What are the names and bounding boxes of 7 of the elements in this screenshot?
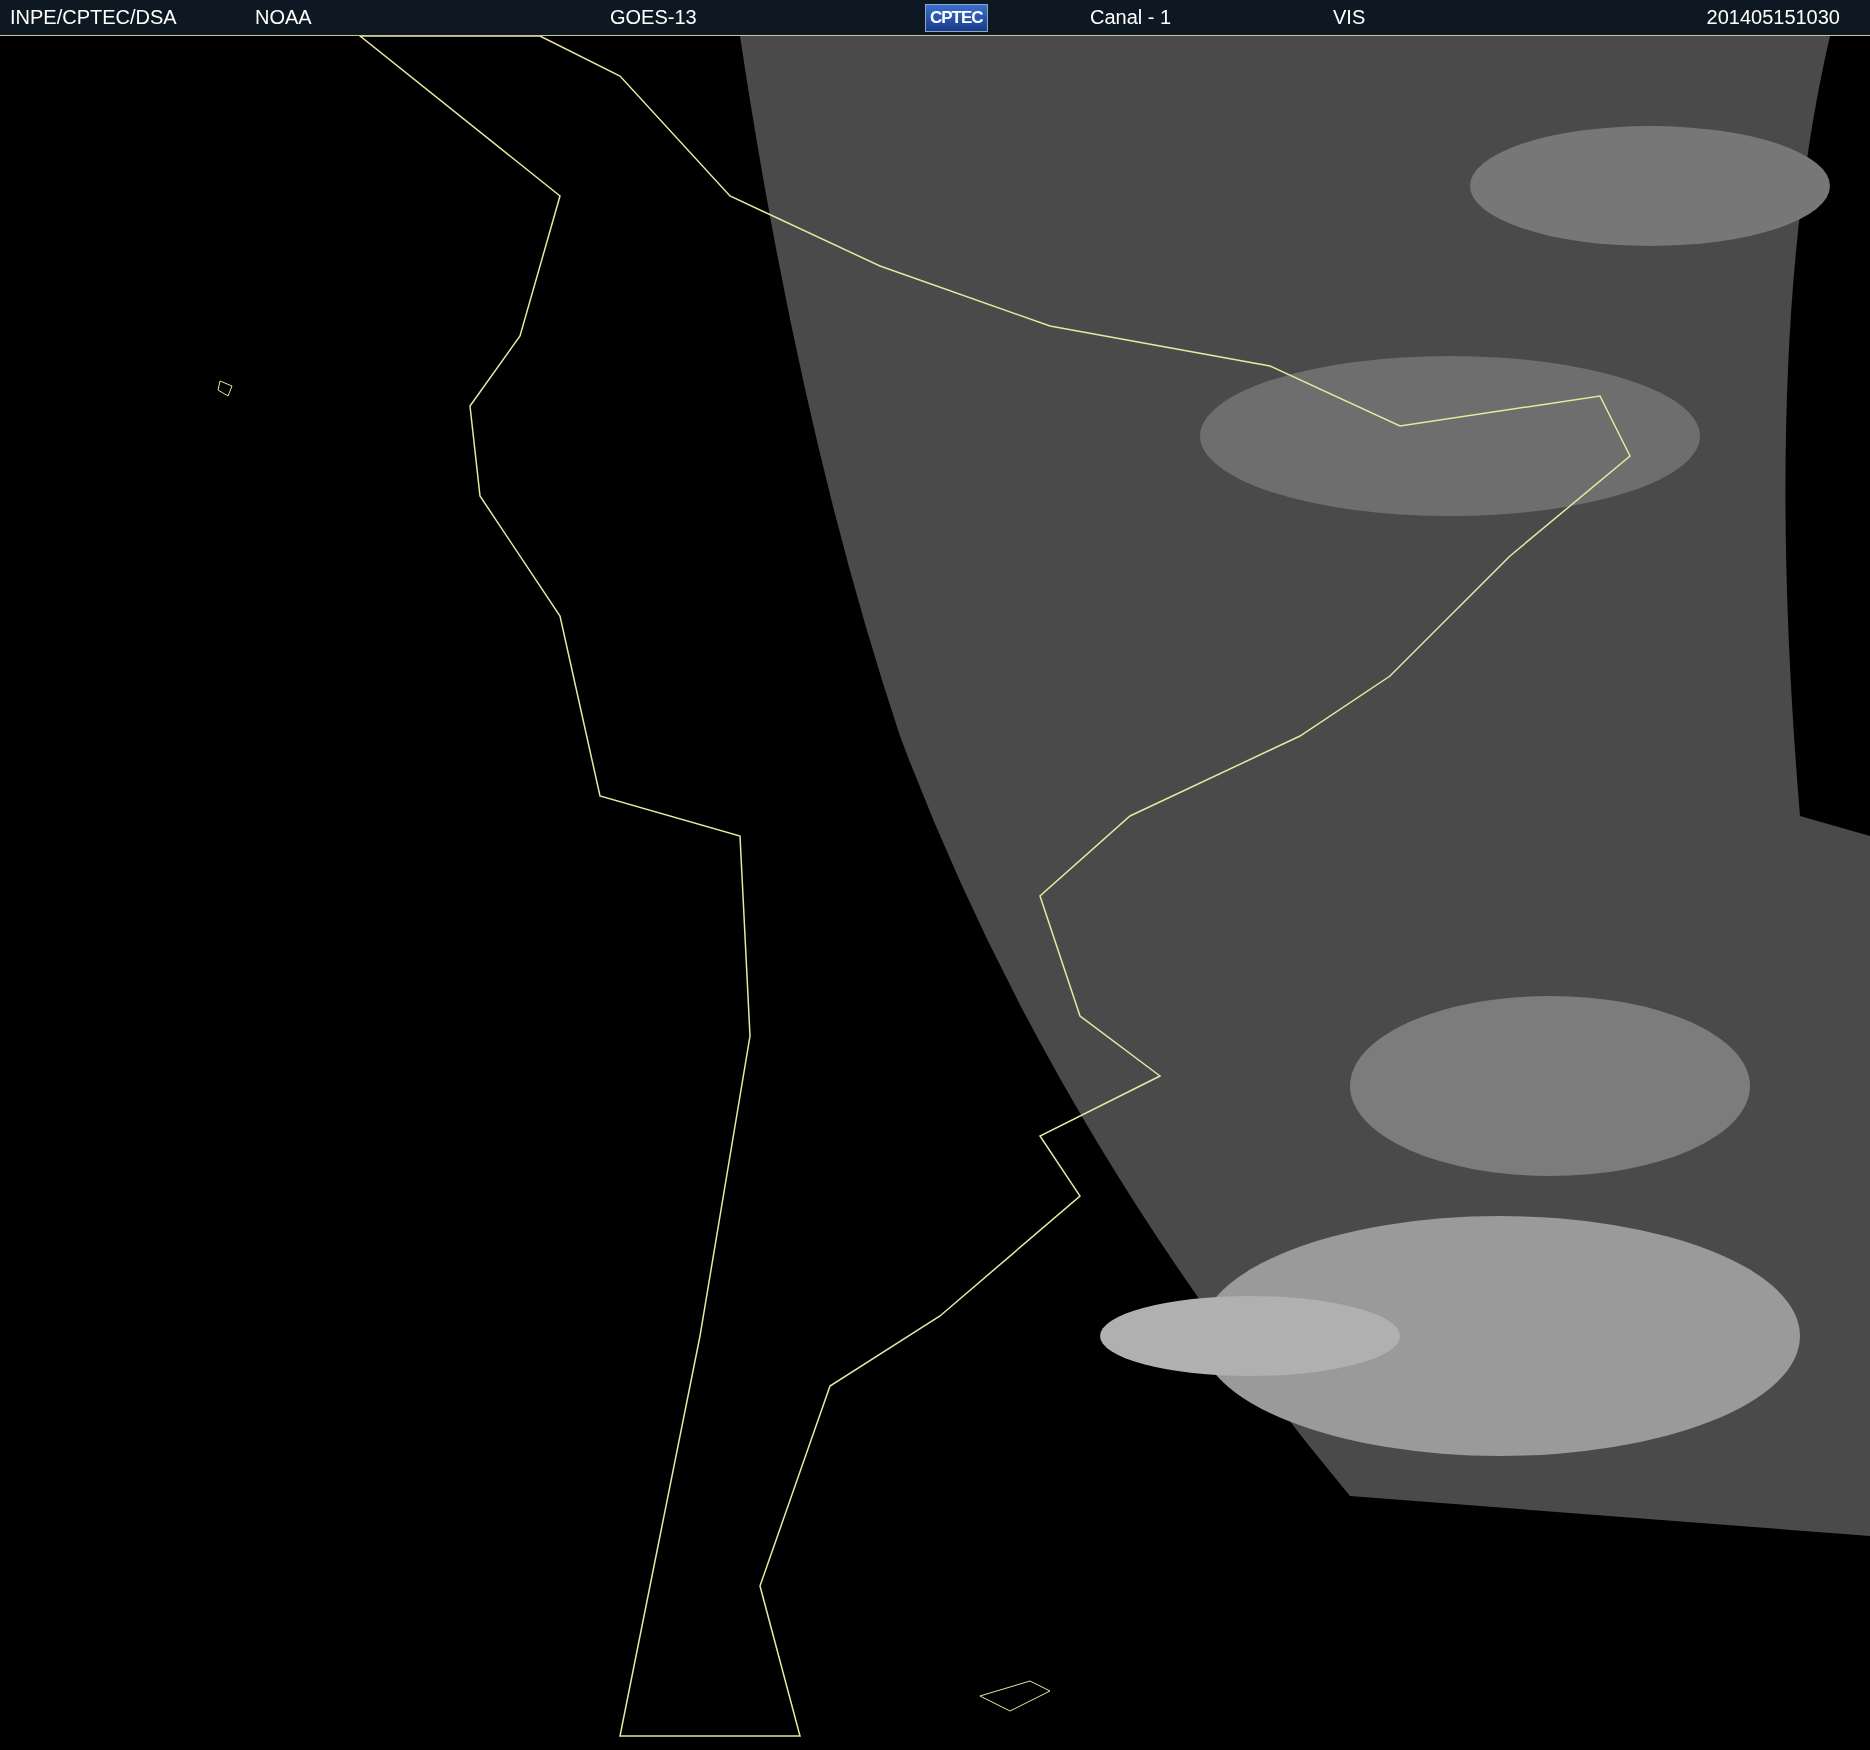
- satellite-label: GOES-13: [610, 6, 697, 29]
- logo: CPTEC: [925, 3, 988, 32]
- timestamp-label: 201405151030: [1706, 6, 1840, 29]
- agency-label: NOAA: [255, 6, 312, 29]
- channel-label: Canal - 1: [1090, 6, 1172, 29]
- institution-label: INPE/CPTEC/DSA: [10, 6, 177, 29]
- band-label: VIS: [1333, 6, 1366, 29]
